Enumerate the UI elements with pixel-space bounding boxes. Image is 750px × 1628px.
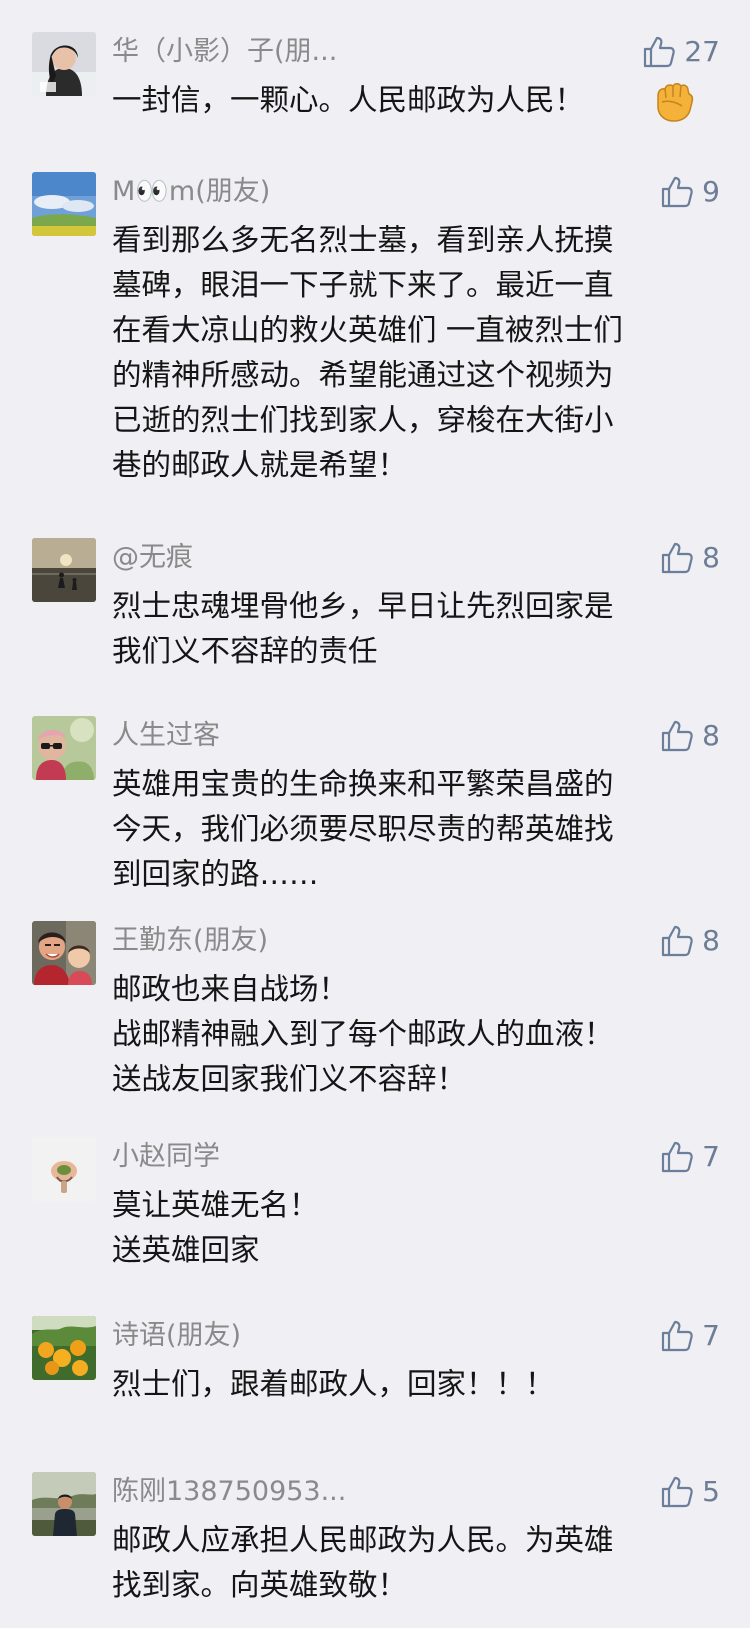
like-button[interactable]: 7 (660, 1316, 720, 1356)
like-button[interactable]: 9 (660, 172, 720, 212)
cartoon-avatar[interactable] (32, 1137, 96, 1201)
thumbs-up-icon (662, 1476, 693, 1508)
comment-text: 烈士忠魂埋骨他乡，早日让先烈回家是 我们义不容辞的责任 (112, 584, 722, 674)
comment-text: 英雄用宝贵的生命换来和平繁荣昌盛的 今天，我们必须要尽职尽责的帮英雄找 到回家的… (112, 762, 722, 897)
like-count: 8 (702, 924, 720, 957)
comment-line: 烈士们，跟着邮政人，回家！！！ (112, 1367, 555, 1401)
comment-username[interactable]: 陈刚138750953... (112, 1472, 346, 1512)
comment-line: 找到家。向英雄致敬！ (112, 1568, 408, 1602)
comment-item: @无痕 8 烈士忠魂埋骨他乡，早日让先烈回家是 我们义不容辞的责任 (0, 538, 750, 668)
comment-line: 墓碑，眼泪一下子就下来了。最近一直 (112, 268, 614, 302)
comment-text: 看到那么多无名烈士墓，看到亲人抚摸 墓碑，眼泪一下子就下来了。最近一直 在看大凉… (112, 218, 722, 488)
thumbs-up-icon (644, 36, 676, 68)
comment-line: 我们义不容辞的责任 (112, 634, 378, 668)
comment-username[interactable]: 华（小影）子(朋... (112, 32, 337, 72)
sunset-beach-avatar[interactable] (32, 538, 96, 602)
like-count: 27 (684, 35, 720, 68)
man-standing-avatar[interactable] (32, 1472, 96, 1536)
comment-text: 邮政人应承担人民邮政为人民。为英雄 找到家。向英雄致敬！ (112, 1518, 722, 1608)
comment-item: 陈刚138750953... 5 邮政人应承担人民邮政为人民。为英雄 找到家。向… (0, 1472, 750, 1602)
comment-username[interactable]: @无痕 (112, 538, 193, 578)
comment-username[interactable]: 人生过客 (112, 716, 220, 756)
family-photo-avatar[interactable] (32, 921, 96, 985)
comment-item: 人生过客 8 英雄用宝贵的生命换来和平繁荣昌盛的 今天，我们必须要尽职尽责的帮英… (0, 716, 750, 891)
comment-text: 莫让英雄无名！ 送英雄回家 (112, 1183, 722, 1273)
comment-line: 到回家的路…… (112, 857, 319, 891)
comment-list: 华（小影）子(朋... 27 一封信，一颗心。人民邮政为人民！ M👀m(朋友) … (0, 0, 750, 1628)
comment-line: 在看大凉山的救火英雄们 一直被烈士们 (112, 313, 623, 347)
comment-line: 的精神所感动。希望能通过这个视频为 (112, 358, 614, 392)
comment-line: 邮政人应承担人民邮政为人民。为英雄 (112, 1523, 614, 1557)
comment-line: 送战友回家我们义不容辞！ (112, 1062, 467, 1096)
sky-landscape-avatar[interactable] (32, 172, 96, 236)
thumbs-up-icon (662, 1141, 693, 1173)
comment-text: 一封信，一颗心。人民邮政为人民！ (112, 78, 722, 123)
like-button[interactable]: 5 (660, 1472, 720, 1512)
like-count: 5 (702, 1475, 720, 1508)
comment-text: 邮政也来自战场！ 战邮精神融入到了每个邮政人的血液！ 送战友回家我们义不容辞！ (112, 967, 722, 1102)
sunglasses-person-avatar[interactable] (32, 716, 96, 780)
comment-line: 邮政也来自战场！ (112, 972, 349, 1006)
like-button[interactable]: 8 (660, 716, 720, 756)
like-count: 8 (702, 541, 720, 574)
comment-line: 莫让英雄无名！ (112, 1188, 319, 1222)
person-photo-avatar[interactable] (32, 32, 96, 96)
like-button[interactable]: 27 (642, 32, 720, 72)
comment-item: 王勤东(朋友) 8 邮政也来自战场！ 战邮精神融入到了每个邮政人的血液！ 送战友… (0, 921, 750, 1096)
like-count: 7 (702, 1319, 720, 1352)
raised-fist-emoji (657, 83, 694, 122)
thumbs-up-icon (662, 176, 693, 208)
comment-line: 巷的邮政人就是希望！ (112, 448, 408, 482)
thumbs-up-icon (662, 542, 693, 574)
comment-line: 战邮精神融入到了每个邮政人的血液！ (112, 1017, 614, 1051)
like-count: 8 (702, 719, 720, 752)
thumbs-up-icon (662, 1320, 693, 1352)
comment-item: 小赵同学 7 莫让英雄无名！ 送英雄回家 (0, 1137, 750, 1267)
comment-item: 诗语(朋友) 7 烈士们，跟着邮政人，回家！！！ (0, 1316, 750, 1416)
comment-line: 烈士忠魂埋骨他乡，早日让先烈回家是 (112, 589, 614, 623)
like-count: 7 (702, 1140, 720, 1173)
comment-username[interactable]: 王勤东(朋友) (112, 921, 268, 961)
comment-line: 英雄用宝贵的生命换来和平繁荣昌盛的 (112, 767, 614, 801)
thumbs-up-icon (662, 720, 693, 752)
comment-username[interactable]: 小赵同学 (112, 1137, 220, 1177)
like-button[interactable]: 7 (660, 1137, 720, 1177)
like-count: 9 (702, 175, 720, 208)
comment-line: 一封信，一颗心。人民邮政为人民！ (112, 83, 585, 117)
comment-username[interactable]: M👀m(朋友) (112, 172, 270, 212)
like-button[interactable]: 8 (660, 538, 720, 578)
comment-line: 看到那么多无名烈士墓，看到亲人抚摸 (112, 223, 614, 257)
comment-username[interactable]: 诗语(朋友) (112, 1316, 241, 1356)
comment-text: 烈士们，跟着邮政人，回家！！！ (112, 1362, 722, 1407)
thumbs-up-icon (662, 925, 693, 957)
comment-item: 华（小影）子(朋... 27 一封信，一颗心。人民邮政为人民！ (0, 32, 750, 132)
comment-line: 送英雄回家 (112, 1233, 260, 1267)
like-button[interactable]: 8 (660, 921, 720, 961)
fruit-tree-avatar[interactable] (32, 1316, 96, 1380)
comment-line: 已逝的烈士们找到家人，穿梭在大街小 (112, 403, 614, 437)
comment-item: M👀m(朋友) 9 看到那么多无名烈士墓，看到亲人抚摸 墓碑，眼泪一下子就下来了… (0, 172, 750, 482)
comment-line: 今天，我们必须要尽职尽责的帮英雄找 (112, 812, 614, 846)
